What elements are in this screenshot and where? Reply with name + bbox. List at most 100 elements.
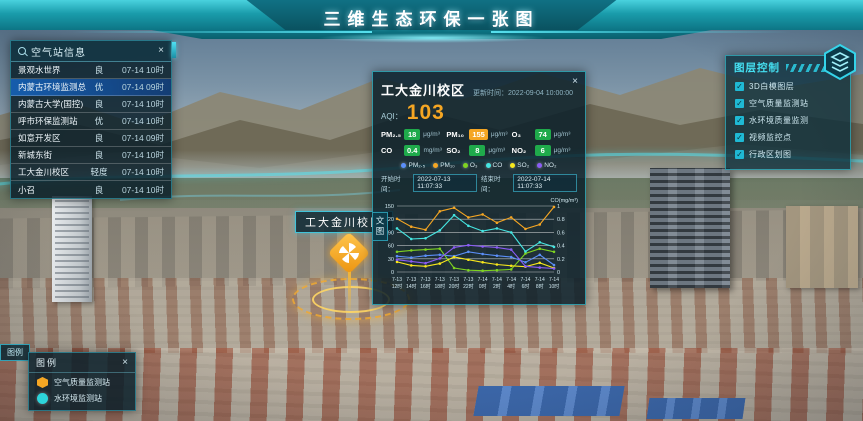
layer-item[interactable]: ✓ 视频监控点 — [726, 129, 850, 146]
svg-text:7-13: 7-13 — [392, 277, 402, 283]
station-panel-title: 空气站信息 — [31, 44, 153, 59]
station-row[interactable]: 内蒙古大学(国控) 良 07-14 10时 — [11, 96, 171, 113]
chart-legend: PM₂.₅ PM₁₀ O₃ CO SO₂ NO₂ — [381, 162, 577, 169]
page-title: 三维生态环保一张图 — [0, 5, 863, 30]
update-time: 更新时间：2022-09-04 10:00:00 — [473, 88, 573, 98]
station-row[interactable]: 新城东街 良 07-14 10时 — [11, 147, 171, 164]
air-station-marker-icon[interactable] — [328, 232, 370, 274]
checkbox-checked-icon[interactable]: ✓ — [735, 133, 744, 142]
layer-label: 视频监控点 — [749, 132, 792, 143]
pollutant-no2: NO₂ 6 μg/m³ — [512, 145, 577, 156]
legend-dot — [510, 163, 515, 168]
air-station-marker-icon — [37, 377, 48, 388]
station-level: 良 — [86, 132, 112, 144]
svg-text:7-13: 7-13 — [435, 277, 445, 283]
svg-text:90: 90 — [388, 230, 394, 236]
legend-label: O₃ — [470, 162, 478, 169]
layers-hexagon-button[interactable] — [821, 43, 859, 81]
pollutant-value-badge: 155 — [469, 129, 488, 140]
blue-roof-warehouses-2 — [647, 398, 746, 419]
svg-text:16时: 16时 — [420, 283, 431, 290]
text-chart-toggle[interactable]: 文图 — [372, 212, 388, 241]
pollutant-unit: mg/m³ — [423, 147, 441, 154]
layer-item[interactable]: ✓ 空气质量监测站 — [726, 95, 850, 112]
header-glow — [317, 33, 547, 43]
legend-item-pm10[interactable]: PM₁₀ — [433, 162, 455, 169]
svg-text:7-13: 7-13 — [463, 277, 473, 283]
station-level: 良 — [86, 98, 112, 110]
close-icon[interactable]: × — [158, 46, 164, 56]
pollutant-unit: μg/m³ — [491, 131, 508, 138]
svg-text:7-14: 7-14 — [506, 277, 516, 283]
svg-text:12时: 12时 — [392, 283, 403, 290]
pollutant-label: O₃ — [512, 130, 532, 139]
checkbox-checked-icon[interactable]: ✓ — [735, 150, 744, 159]
station-level: 优 — [86, 115, 112, 127]
station-name: 工大金川校区 — [18, 166, 86, 178]
station-detail-popup: × 工大金川校区 更新时间：2022-09-04 10:00:00 AQI： 1… — [372, 71, 586, 305]
svg-text:0时: 0时 — [479, 283, 487, 290]
legend-dot — [537, 163, 542, 168]
svg-text:7-14: 7-14 — [535, 277, 545, 283]
legend-dot — [463, 163, 468, 168]
layer-label: 行政区划图 — [749, 149, 792, 160]
station-panel-collapse-tab[interactable] — [172, 42, 176, 58]
legend-item-co[interactable]: CO — [486, 162, 503, 169]
svg-text:7-13: 7-13 — [449, 277, 459, 283]
blue-roof-warehouses — [473, 386, 624, 416]
svg-text:22时: 22时 — [463, 283, 474, 290]
layer-item[interactable]: ✓ 水环境质量监测 — [726, 112, 850, 129]
aqi-label: AQI： — [381, 111, 403, 122]
pollutant-value-badge: 6 — [535, 145, 551, 156]
close-icon[interactable]: × — [122, 358, 128, 368]
station-update-time: 07-14 10时 — [112, 184, 164, 196]
station-row[interactable]: 景观水世界 良 07-14 10时 — [11, 62, 171, 79]
update-time-label: 更新时间： — [473, 90, 508, 97]
station-update-time: 07-14 10时 — [112, 64, 164, 76]
station-row-selected[interactable]: 内蒙古环境监测总站 优 07-14 09时 — [11, 79, 171, 96]
svg-text:0.4: 0.4 — [557, 244, 565, 250]
station-panel-header: 空气站信息 × — [11, 41, 171, 62]
legend-item-so2[interactable]: SO₂ — [510, 162, 529, 169]
legend-item-o3[interactable]: O₃ — [463, 162, 478, 169]
start-time-input[interactable]: 2022-07-13 11:07:33 — [413, 174, 477, 192]
layer-item[interactable]: ✓ 行政区划图 — [726, 146, 850, 163]
pollutant-unit: μg/m³ — [423, 131, 440, 138]
station-row[interactable]: 小召 良 07-14 10时 — [11, 181, 171, 198]
legend-dot — [401, 163, 406, 168]
legend-collapse-tab[interactable]: 图例 — [0, 344, 30, 361]
station-row[interactable]: 如意开发区 良 07-14 09时 — [11, 130, 171, 147]
svg-text:7-13: 7-13 — [421, 277, 431, 283]
legend-item-no2[interactable]: NO₂ — [537, 162, 556, 169]
checkbox-checked-icon[interactable]: ✓ — [735, 82, 744, 91]
station-row[interactable]: 工大金川校区 轻度 07-14 10时 — [11, 164, 171, 181]
pollutant-chart: 030609012015000.20.40.60.81CO(mg/m³)7-13… — [381, 196, 579, 296]
checkbox-checked-icon[interactable]: ✓ — [735, 116, 744, 125]
pollutant-unit: μg/m³ — [554, 147, 571, 154]
start-time-label: 开始时间： — [381, 173, 411, 193]
svg-text:0.6: 0.6 — [557, 230, 565, 236]
checkbox-checked-icon[interactable]: ✓ — [735, 99, 744, 108]
app-root: 三维生态环保一张图 空气站信息 × 景观水世界 良 07-14 10时 内蒙古环… — [0, 0, 863, 421]
legend-item-pm25[interactable]: PM₂.₅ — [401, 162, 425, 169]
pollutant-label: NO₂ — [512, 146, 532, 155]
pollutant-unit: μg/m³ — [554, 131, 571, 138]
update-time-value: 2022-09-04 10:00:00 — [508, 90, 573, 97]
station-level: 优 — [86, 81, 112, 93]
end-time-label: 结束时间： — [481, 173, 511, 193]
marker-stem — [348, 270, 351, 310]
end-time-input[interactable]: 2022-07-14 11:07:33 — [513, 174, 577, 192]
pollutant-value-badge: 18 — [404, 129, 420, 140]
pollutant-label: CO — [381, 146, 401, 155]
search-icon[interactable] — [18, 47, 26, 55]
pollutant-unit: μg/m³ — [488, 147, 505, 154]
chart-area: 030609012015000.20.40.60.81CO(mg/m³)7-13… — [381, 196, 577, 301]
station-update-time: 07-14 10时 — [112, 166, 164, 178]
close-icon[interactable]: × — [572, 77, 578, 87]
map-legend-panel: 图例 × 空气质量监测站 水环境监测站 — [28, 352, 136, 411]
legend-label: CO — [493, 162, 503, 169]
end-time-field: 结束时间： 2022-07-14 11:07:33 — [481, 173, 577, 193]
station-row[interactable]: 呼市环保监测站 优 07-14 10时 — [11, 113, 171, 130]
svg-text:7-14: 7-14 — [549, 277, 559, 283]
legend-label: PM₁₀ — [440, 162, 455, 169]
